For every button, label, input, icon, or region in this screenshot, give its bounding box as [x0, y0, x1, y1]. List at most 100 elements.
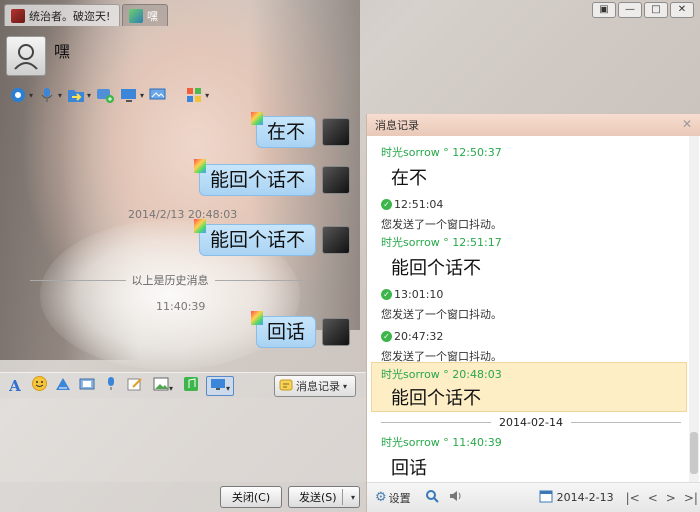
chevron-down-icon: ▾	[343, 381, 348, 391]
speaker-icon[interactable]	[449, 489, 463, 507]
tab-label: 嘿	[147, 9, 158, 23]
next-page-icon[interactable]: >	[666, 491, 676, 505]
history-entry-note: 您发送了一个窗口抖动。	[381, 350, 502, 363]
emoji-icon[interactable]	[30, 376, 48, 395]
history-entry-time: ✓ 20:47:32	[381, 330, 443, 343]
history-entry-text: 能回个话不	[391, 258, 481, 279]
search-icon[interactable]	[425, 489, 439, 507]
screenshot-icon[interactable]: ▾	[206, 375, 234, 396]
close-panel-icon[interactable]: ✕	[682, 117, 692, 131]
microphone-icon	[37, 86, 57, 104]
tab-contact-2[interactable]: 嘿	[122, 4, 168, 26]
prev-page-icon[interactable]: <	[648, 491, 658, 505]
folder-icon	[66, 86, 86, 104]
message-bubble: 能回个话不	[193, 159, 316, 196]
send-options-chevron-icon[interactable]: ▾	[351, 493, 355, 502]
divider-line	[30, 279, 126, 281]
history-entry-text: 在不	[391, 168, 427, 189]
apps-button[interactable]: ▾	[184, 84, 209, 106]
tab-contact-1[interactable]: 统治者。破迩天!	[4, 4, 120, 26]
add-chat-icon	[95, 86, 115, 104]
contact-avatar[interactable]	[6, 36, 46, 76]
message-text: 在不	[266, 121, 305, 143]
maximize-button[interactable]: □	[644, 2, 668, 18]
window-controls: ▣ — □ ✕	[592, 2, 694, 18]
message-history-button[interactable]: 消息记录 ▾	[274, 375, 356, 397]
history-entry-time: ✓ 13:01:10	[381, 288, 443, 301]
monitor-icon	[119, 86, 139, 104]
chat-window: 统治者。破迩天! 嘿 ▣ — □ ✕ 嘿 ▾ ▾ ▾ ▾ ▾ 在不 能回个话不 …	[0, 0, 700, 512]
remote-assist-button[interactable]: ▾	[119, 84, 144, 106]
check-icon: ✓	[381, 331, 392, 342]
date-divider-label: 2014-02-14	[499, 416, 563, 429]
history-icon	[279, 378, 293, 395]
handwrite-icon[interactable]	[126, 377, 144, 395]
message-text: 能回个话不	[209, 229, 305, 251]
create-discussion-button[interactable]	[95, 84, 115, 106]
send-file-button[interactable]: ▾	[66, 84, 91, 106]
gear-icon[interactable]: ⚙	[375, 490, 387, 505]
history-date[interactable]: 2014-2-13	[557, 491, 614, 504]
message-area[interactable]: 在不 能回个话不 2014/2/13 20:48:03 能回个话不 以上是历史消…	[0, 112, 366, 368]
check-icon: ✓	[381, 289, 392, 300]
bottom-bar: 关闭(C) 发送(S) ▾	[0, 482, 366, 512]
video-call-button[interactable]: ▾	[8, 84, 33, 106]
last-page-icon[interactable]: >|	[684, 491, 698, 505]
voice-message-icon[interactable]	[102, 376, 120, 395]
divider-line	[214, 279, 310, 281]
chevron-down-icon: ▾	[140, 90, 145, 100]
divider-line	[570, 422, 681, 423]
font-icon[interactable]: A	[6, 377, 24, 395]
chat-toolbar: ▾ ▾ ▾ ▾ ▾	[8, 84, 209, 106]
film-icon[interactable]	[78, 377, 96, 395]
history-entry-note: 您发送了一个窗口抖动。	[381, 308, 502, 321]
close-button[interactable]: 关闭(C)	[220, 486, 282, 508]
settings-label[interactable]: 设置	[389, 490, 411, 506]
sender-avatar[interactable]	[322, 318, 350, 346]
minimize-button[interactable]: —	[618, 2, 642, 18]
message-bubble: 回话	[250, 311, 316, 348]
page-navigation: |< < > >|	[626, 491, 698, 505]
share-screen-button[interactable]	[148, 84, 168, 106]
history-panel-title: 消息记录	[375, 119, 419, 132]
send-button-label: 发送(S)	[299, 491, 337, 504]
image-icon[interactable]: ▾	[150, 377, 176, 395]
history-entry-header: 时光sorrow ° 11:40:39	[381, 436, 502, 449]
shake-window-icon[interactable]	[54, 377, 72, 395]
history-entry-header: 时光sorrow ° 12:51:17	[381, 236, 502, 249]
input-text: ..	[6, 404, 13, 417]
message-bubble: 在不	[250, 112, 316, 148]
message-bubble: 能回个话不	[193, 219, 316, 256]
history-entry-time: ✓ 12:51:04	[381, 198, 443, 211]
sender-avatar[interactable]	[322, 166, 350, 194]
chat-message: 能回个话不	[193, 219, 350, 256]
history-list[interactable]: 时光sorrow ° 12:50:37 在不 ✓ 12:51:04 您发送了一个窗…	[367, 136, 700, 482]
date-divider: 2014-02-14	[381, 416, 681, 429]
divider-line	[381, 422, 492, 423]
chat-message: 能回个话不	[193, 159, 350, 196]
message-timestamp: 2014/2/13 20:48:03	[128, 208, 238, 221]
chevron-down-icon: ▾	[58, 90, 63, 100]
skin-button[interactable]: ▣	[592, 2, 616, 18]
check-icon: ✓	[381, 199, 392, 210]
calendar-icon[interactable]	[539, 489, 553, 506]
history-divider-label: 以上是历史消息	[131, 274, 209, 287]
music-icon[interactable]	[182, 376, 200, 396]
scrollbar-thumb[interactable]	[690, 432, 698, 474]
contact-avatar-icon	[11, 8, 25, 23]
input-toolbar: A ▾ ▾ 消息记录 ▾	[0, 372, 366, 398]
apps-grid-icon	[184, 86, 204, 104]
message-input[interactable]: ..	[0, 398, 366, 482]
vip-badge-icon	[193, 219, 206, 233]
voice-call-button[interactable]: ▾	[37, 84, 62, 106]
history-scrollbar[interactable]	[689, 136, 699, 482]
sender-avatar[interactable]	[322, 226, 350, 254]
send-button[interactable]: 发送(S) ▾	[288, 486, 360, 508]
sender-avatar[interactable]	[322, 118, 350, 146]
close-window-button[interactable]: ✕	[670, 2, 694, 18]
vip-badge-icon	[193, 159, 206, 173]
history-entry-text: 能回个话不	[391, 388, 481, 409]
first-page-icon[interactable]: |<	[626, 491, 640, 505]
history-entry-header: 时光sorrow ° 20:48:03	[381, 368, 502, 381]
chat-message: 回话	[250, 311, 350, 348]
